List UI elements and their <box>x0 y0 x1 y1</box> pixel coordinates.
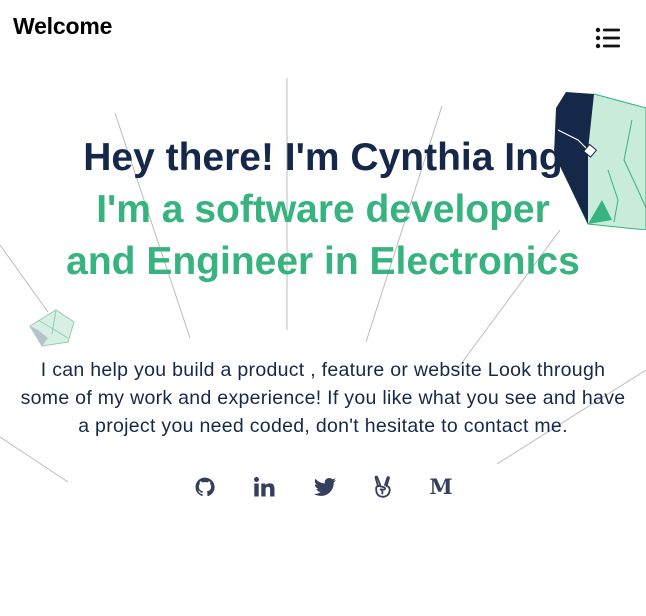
hero-heading: Hey there! I'm Cynthia Ing I'm a softwar… <box>0 132 646 288</box>
hero-role-line-2: and Engineer in Electronics <box>66 240 580 283</box>
angellist-icon <box>374 475 391 498</box>
menu-button[interactable] <box>594 26 622 50</box>
list-menu-icon <box>595 27 620 49</box>
medium-link[interactable]: M <box>428 474 454 500</box>
hero-role-line-1: I'm a software developer <box>96 188 550 231</box>
top-header: Welcome <box>0 0 646 60</box>
brand-title[interactable]: Welcome <box>13 13 112 40</box>
angellist-link[interactable] <box>370 474 396 500</box>
linkedin-icon <box>254 477 275 497</box>
medium-icon: M <box>429 474 453 499</box>
geometric-decoration-left <box>29 309 75 347</box>
linkedin-link[interactable] <box>251 474 277 500</box>
twitter-link[interactable] <box>312 474 338 500</box>
social-links: M <box>0 474 646 504</box>
intro-paragraph: I can help you build a product , feature… <box>20 358 626 437</box>
background-rays <box>0 78 646 483</box>
hero-section: Hey there! I'm Cynthia Ing I'm a softwar… <box>0 132 646 288</box>
github-link[interactable] <box>192 474 218 500</box>
twitter-icon <box>314 478 336 496</box>
github-icon <box>195 477 215 497</box>
hero-greeting: Hey there! I'm Cynthia Ing <box>83 136 563 179</box>
